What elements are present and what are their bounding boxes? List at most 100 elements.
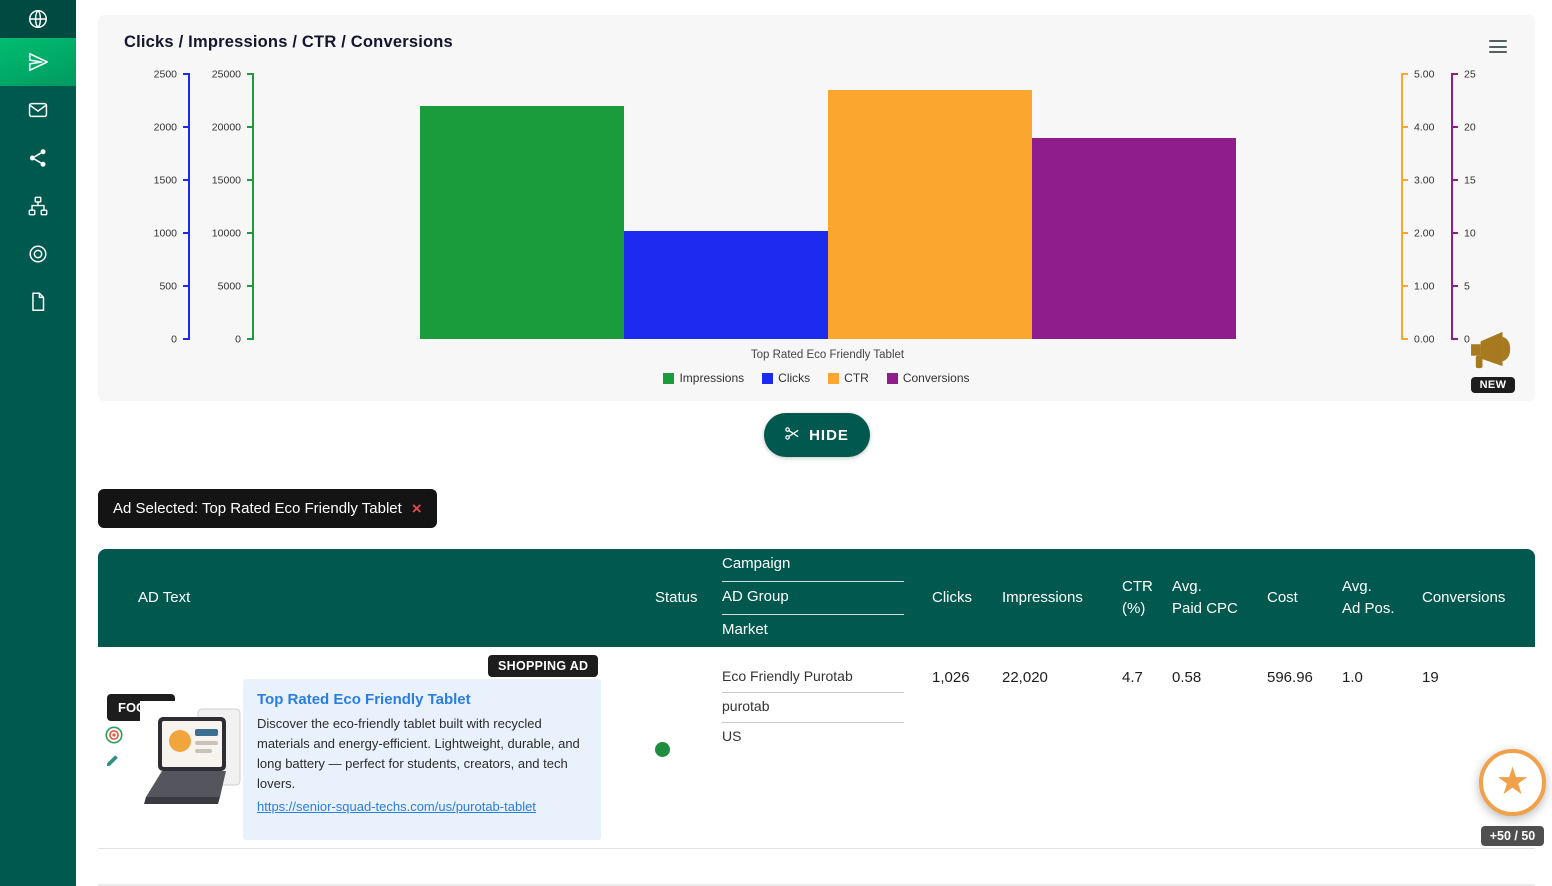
sidebar-item-share[interactable] xyxy=(0,134,76,182)
ad-info-box: Top Rated Eco Friendly Tablet Discover t… xyxy=(243,679,601,840)
bar-impressions[interactable] xyxy=(420,106,624,339)
status-indicator xyxy=(655,742,670,757)
col-status: Status xyxy=(653,549,713,646)
campaign-value: Eco Friendly Purotab xyxy=(722,663,904,693)
legend-item[interactable]: Clicks xyxy=(762,371,810,385)
axis-tick-label: 1000 xyxy=(154,228,177,239)
col-campaign[interactable]: Campaign xyxy=(722,549,904,582)
col-cost: Cost xyxy=(1258,549,1333,646)
col-market[interactable]: Market xyxy=(722,615,904,647)
status-cell xyxy=(653,647,713,848)
ctr-value: 4.7 xyxy=(1113,647,1163,848)
axis-tick-label: 4.00 xyxy=(1414,122,1434,133)
scissors-icon xyxy=(784,425,801,446)
legend-label: Conversions xyxy=(903,371,970,385)
chart-title: Clicks / Impressions / CTR / Conversions xyxy=(124,33,453,52)
x-axis-label: Top Rated Eco Friendly Tablet xyxy=(254,349,1401,361)
new-badge: NEW xyxy=(1471,377,1516,393)
y-axis-clicks: 05001000150020002500 xyxy=(124,74,190,339)
col-avg-ad-pos: Avg.Ad Pos. xyxy=(1333,549,1413,646)
axis-tick-label: 0 xyxy=(235,334,241,345)
table-header: AD Text Status Campaign AD Group Market … xyxy=(98,549,1535,646)
legend-swatch xyxy=(762,373,773,384)
legend-item[interactable]: CTR xyxy=(828,371,869,385)
close-icon[interactable]: × xyxy=(412,500,422,517)
col-conversions: Conversions xyxy=(1413,549,1535,646)
score-badge: +50 / 50 xyxy=(1481,826,1545,846)
axis-tick-label: 20 xyxy=(1464,122,1476,133)
hide-button[interactable]: HIDE xyxy=(764,413,870,457)
y-axis-ctr: 0.001.002.003.004.005.00 xyxy=(1401,74,1451,339)
sitemap-icon xyxy=(27,195,49,217)
col-campaign-group: Campaign AD Group Market xyxy=(713,549,923,646)
axis-tick-label: 0 xyxy=(171,334,177,345)
axis-tick-label: 25000 xyxy=(212,69,241,80)
legend-swatch xyxy=(663,373,674,384)
sidebar-item-document[interactable] xyxy=(0,278,76,326)
chart-legend: Impressions Clicks CTR Conversions xyxy=(124,371,1509,385)
shopping-ad-badge: SHOPPING AD xyxy=(488,655,598,677)
axis-tick-label: 15 xyxy=(1464,175,1476,186)
col-clicks: Clicks xyxy=(923,549,993,646)
y-axis-impressions: 0500010000150002000025000 xyxy=(190,74,254,339)
axis-tick-label: 10 xyxy=(1464,228,1476,239)
y-axis-conversions: 0510152025 xyxy=(1451,74,1509,339)
edit-icon[interactable] xyxy=(106,753,120,771)
legend-label: Impressions xyxy=(679,371,744,385)
axis-tick-label: 5.00 xyxy=(1414,69,1434,80)
target-icon xyxy=(27,243,49,265)
ads-table: AD Text Status Campaign AD Group Market … xyxy=(98,549,1535,848)
ad-url-link[interactable]: https://senior-squad-techs.com/us/purota… xyxy=(257,799,587,814)
ad-selected-chip: Ad Selected: Top Rated Eco Friendly Tabl… xyxy=(98,489,437,528)
ad-title-link[interactable]: Top Rated Eco Friendly Tablet xyxy=(257,691,587,708)
hide-button-label: HIDE xyxy=(809,427,849,444)
chart-card: Clicks / Impressions / CTR / Conversions… xyxy=(98,15,1535,401)
rewards-widget: ★ +50 / 50 xyxy=(1479,749,1546,846)
ad-description: Discover the eco-friendly tablet built w… xyxy=(257,714,587,795)
axis-tick-label: 3.00 xyxy=(1414,175,1434,186)
axis-tick-label: 2000 xyxy=(154,122,177,133)
sidebar-item-sitemap[interactable] xyxy=(0,182,76,230)
axis-tick-label: 10000 xyxy=(212,228,241,239)
legend-item[interactable]: Conversions xyxy=(887,371,970,385)
mail-icon xyxy=(27,99,49,121)
ad-selected-label: Ad Selected: Top Rated Eco Friendly Tabl… xyxy=(113,500,402,517)
document-icon xyxy=(27,291,49,313)
bar-clicks[interactable] xyxy=(624,231,828,340)
megaphone-icon xyxy=(1467,328,1519,375)
axis-tick-label: 0.00 xyxy=(1414,334,1434,345)
axis-tick-label: 5 xyxy=(1464,281,1470,292)
axis-tick-label: 1500 xyxy=(154,175,177,186)
sidebar-item-target[interactable] xyxy=(0,230,76,278)
sidebar xyxy=(0,0,76,886)
star-button[interactable]: ★ xyxy=(1479,749,1546,816)
axis-tick-label: 15000 xyxy=(212,175,241,186)
avg-ad-pos-value: 1.0 xyxy=(1333,647,1413,848)
col-ad-group[interactable]: AD Group xyxy=(722,582,904,615)
hamburger-menu-icon[interactable] xyxy=(1487,33,1509,60)
bar-conversions[interactable] xyxy=(1032,138,1236,339)
legend-swatch xyxy=(887,373,898,384)
legend-item[interactable]: Impressions xyxy=(663,371,744,385)
market-value: US xyxy=(722,723,904,752)
star-icon: ★ xyxy=(1495,762,1529,800)
axis-tick-label: 500 xyxy=(159,281,177,292)
sidebar-item-send[interactable] xyxy=(0,38,76,86)
sidebar-item-mail[interactable] xyxy=(0,86,76,134)
bar-ctr[interactable] xyxy=(828,90,1032,339)
clicks-value: 1,026 xyxy=(923,647,993,848)
bar-chart: 05001000150020002500 0500010000150002000… xyxy=(124,74,1509,339)
send-icon xyxy=(27,51,49,73)
share-icon xyxy=(27,147,49,169)
col-ctr: CTR(%) xyxy=(1113,549,1163,646)
cost-value: 596.96 xyxy=(1258,647,1333,848)
sidebar-item-globe[interactable] xyxy=(0,0,76,38)
focus-target-icon[interactable] xyxy=(104,725,124,749)
col-ad-text: AD Text xyxy=(98,549,653,646)
axis-tick-label: 20000 xyxy=(212,122,241,133)
globe-icon xyxy=(27,8,49,30)
axis-tick-label: 2500 xyxy=(154,69,177,80)
impressions-value: 22,020 xyxy=(993,647,1113,848)
announcement-widget[interactable]: NEW xyxy=(1467,328,1519,393)
axis-tick-label: 5000 xyxy=(218,281,241,292)
